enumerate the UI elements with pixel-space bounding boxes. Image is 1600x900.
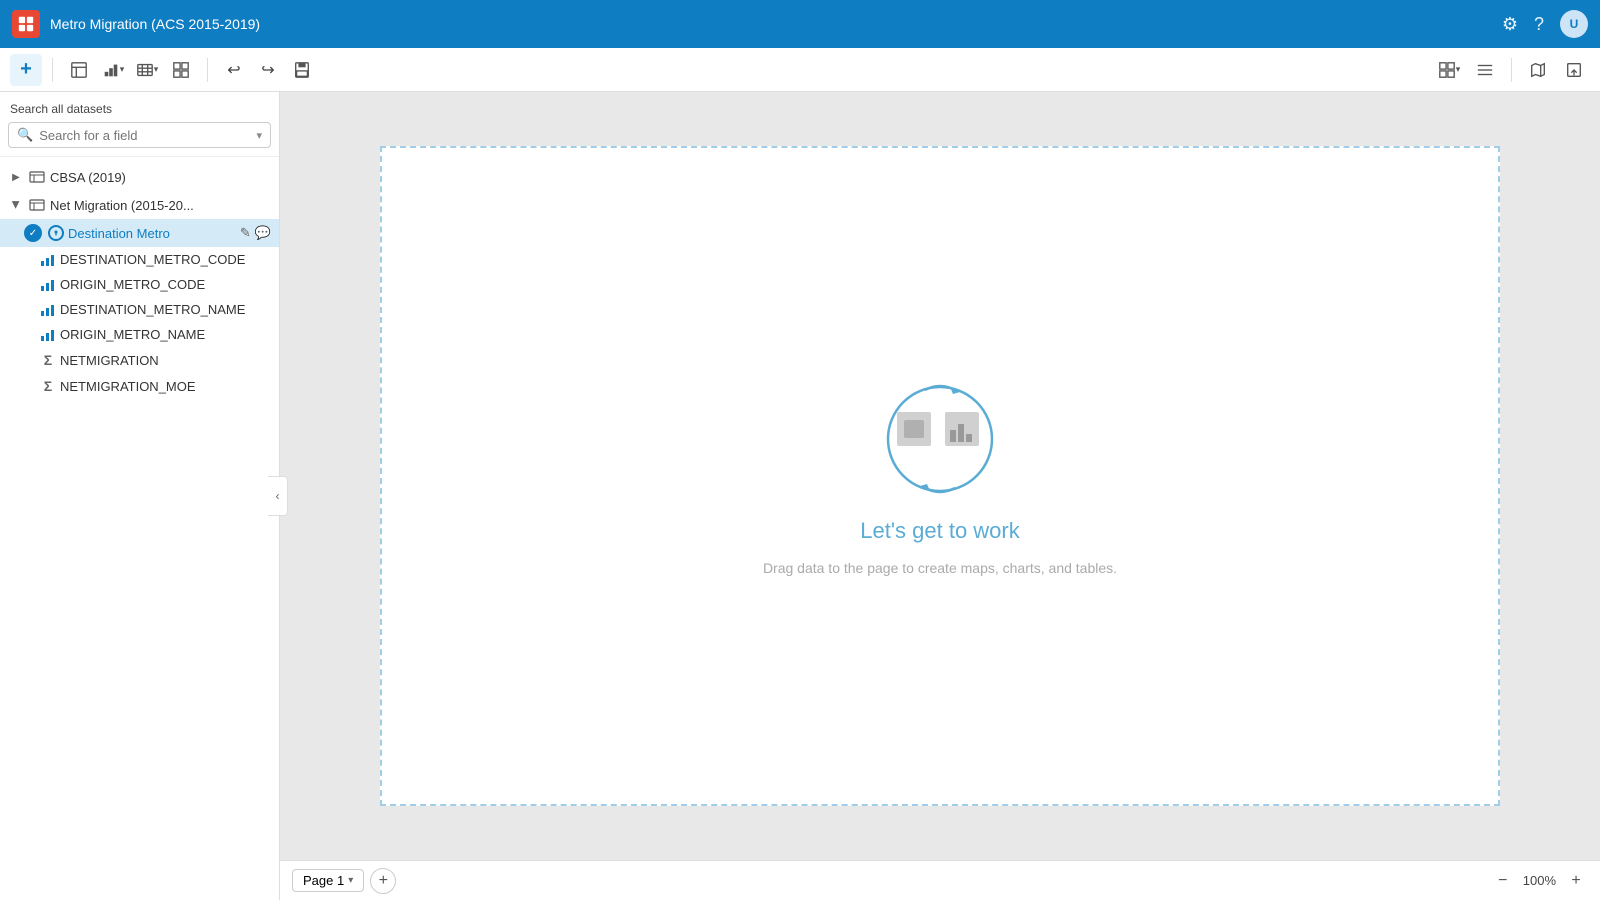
list-view-button[interactable] xyxy=(1469,54,1501,86)
expand-netmigration[interactable]: ▶ xyxy=(8,197,24,213)
empty-state-icon xyxy=(875,374,1005,504)
destination-metro-label: Destination Metro xyxy=(68,226,236,241)
tree-item-dest-code[interactable]: DESTINATION_METRO_CODE xyxy=(0,247,279,272)
cbsa-label: CBSA (2019) xyxy=(50,170,271,185)
settings-icon[interactable]: ⚙ xyxy=(1502,14,1518,35)
toolbar-right: ▾ xyxy=(1433,54,1590,86)
edit-destination-icon[interactable]: ✎ xyxy=(240,225,251,241)
table-button[interactable]: ▾ xyxy=(131,54,163,86)
tree-actions-destination: ✎ 💬 xyxy=(240,225,271,241)
tree-item-destination-metro[interactable]: ✓ Destination Metro ✎ 💬 xyxy=(0,219,279,247)
bar-icon-origin-code xyxy=(40,278,56,292)
tree-item-netmig[interactable]: Σ NETMIGRATION xyxy=(0,347,279,373)
app-logo xyxy=(12,10,40,38)
tree-item-dest-name[interactable]: DESTINATION_METRO_NAME xyxy=(0,297,279,322)
origin-code-label: ORIGIN_METRO_CODE xyxy=(60,277,271,292)
help-icon[interactable]: ? xyxy=(1534,14,1544,35)
zoom-in-button[interactable]: + xyxy=(1564,869,1588,893)
dest-name-label: DESTINATION_METRO_NAME xyxy=(60,302,271,317)
zoom-out-button[interactable]: − xyxy=(1491,869,1515,893)
canvas-wrapper: Let's get to work Drag data to the page … xyxy=(280,92,1600,860)
sum-icon-netmig-moe: Σ xyxy=(40,378,56,394)
search-input[interactable] xyxy=(39,128,250,143)
bar-icon-dest-name xyxy=(40,303,56,317)
canvas-area: Let's get to work Drag data to the page … xyxy=(280,92,1600,900)
empty-state: Let's get to work Drag data to the page … xyxy=(763,374,1117,579)
dashboard-button[interactable] xyxy=(165,54,197,86)
dataset-icon-cbsa xyxy=(28,168,46,186)
sidebar: Search all datasets 🔍 ▾ ▶ CBSA (2019) xyxy=(0,92,280,900)
toolbar-group-main: ▾ ▾ xyxy=(63,54,197,86)
canvas-page: Let's get to work Drag data to the page … xyxy=(380,146,1500,806)
export-button[interactable] xyxy=(1558,54,1590,86)
tree-item-cbsa[interactable]: ▶ CBSA (2019) xyxy=(0,163,279,191)
sum-icon-netmig: Σ xyxy=(40,352,56,368)
netmig-moe-label: NETMIGRATION_MOE xyxy=(60,379,271,394)
save-button[interactable] xyxy=(286,54,318,86)
empty-state-subtitle: Drag data to the page to create maps, ch… xyxy=(763,558,1117,579)
map-button[interactable] xyxy=(1522,54,1554,86)
chart-button[interactable]: ▾ xyxy=(97,54,129,86)
net-migration-label: Net Migration (2015-20... xyxy=(50,198,239,213)
page-selector[interactable]: Page 1 ▾ xyxy=(292,869,364,892)
collapse-sidebar-button[interactable]: ‹ xyxy=(268,476,288,516)
empty-state-title: Let's get to work xyxy=(860,518,1020,544)
undo-button[interactable]: ↩ xyxy=(218,54,250,86)
new-button[interactable]: + xyxy=(10,54,42,86)
toolbar: + ▾ ▾ xyxy=(0,48,1600,92)
tree-item-origin-name[interactable]: ORIGIN_METRO_NAME xyxy=(0,322,279,347)
dest-code-label: DESTINATION_METRO_CODE xyxy=(60,252,271,267)
page-label: Page 1 xyxy=(303,873,344,888)
grid-view-button[interactable]: ▾ xyxy=(1433,54,1465,86)
bottombar: Page 1 ▾ + − 100% + xyxy=(280,860,1600,900)
edit-net-icon[interactable]: ✎ xyxy=(243,197,254,213)
sidebar-search-area: Search all datasets 🔍 ▾ xyxy=(0,92,279,157)
mini-chart xyxy=(945,412,979,446)
avatar[interactable]: U xyxy=(1560,10,1588,38)
topbar-icons: ⚙ ? U xyxy=(1502,10,1588,38)
toolbar-sep-2 xyxy=(207,58,208,82)
topbar: Metro Migration (ACS 2015-2019) ⚙ ? U xyxy=(0,0,1600,48)
sidebar-tree: ▶ CBSA (2019) ▶ xyxy=(0,157,279,900)
dataset-icon-net xyxy=(28,196,46,214)
toolbar-group-history: ↩ ↪ xyxy=(218,54,318,86)
search-dropdown-icon[interactable]: ▾ xyxy=(256,129,262,142)
toolbar-sep-1 xyxy=(52,58,53,82)
bar-icon-dest-code xyxy=(40,253,56,267)
zoom-controls: − 100% + xyxy=(1491,869,1588,893)
circle-arrows-svg xyxy=(875,374,1005,504)
tree-item-netmig-moe[interactable]: Σ NETMIGRATION_MOE xyxy=(0,373,279,399)
search-label: Search all datasets xyxy=(8,102,271,116)
origin-name-label: ORIGIN_METRO_NAME xyxy=(60,327,271,342)
app-title: Metro Migration (ACS 2015-2019) xyxy=(50,16,1492,32)
tree-item-netmigration[interactable]: ▶ Net Migration (2015-20... ✎ ··· xyxy=(0,191,279,219)
search-icon: 🔍 xyxy=(17,127,33,143)
toolbar-sep-3 xyxy=(1511,58,1512,82)
whiteboard-button[interactable] xyxy=(63,54,95,86)
mini-map xyxy=(897,412,931,446)
zoom-level: 100% xyxy=(1523,873,1556,888)
bar-icon-origin-name xyxy=(40,328,56,342)
main-area: Search all datasets 🔍 ▾ ▶ CBSA (2019) xyxy=(0,92,1600,900)
selected-checkbox: ✓ xyxy=(24,224,42,242)
tree-item-origin-code[interactable]: ORIGIN_METRO_CODE xyxy=(0,272,279,297)
search-input-wrap: 🔍 ▾ xyxy=(8,122,271,148)
comment-destination-icon[interactable]: 💬 xyxy=(255,225,271,241)
expand-cbsa[interactable]: ▶ xyxy=(8,169,24,185)
geo-icon-destination xyxy=(48,225,64,241)
add-page-button[interactable]: + xyxy=(370,868,396,894)
page-dropdown-icon: ▾ xyxy=(348,875,353,886)
redo-button[interactable]: ↪ xyxy=(252,54,284,86)
netmig-label: NETMIGRATION xyxy=(60,353,271,368)
more-net-icon[interactable]: ··· xyxy=(258,197,271,213)
